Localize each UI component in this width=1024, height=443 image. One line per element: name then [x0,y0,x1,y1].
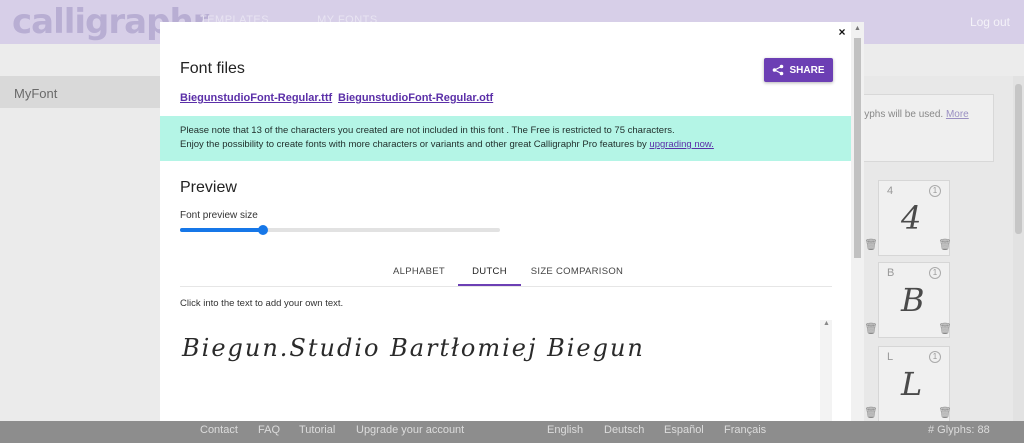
info-card: lyphs will be used. More [857,94,994,162]
upgrade-link[interactable]: upgrading now. [649,139,713,150]
glyph-count-badge: 1 [929,185,941,197]
trash-icon[interactable]: 🗑 [938,406,952,419]
font-files-title: Font files [180,60,245,77]
dialog-scrollbar-thumb[interactable] [854,38,861,258]
slider-handle[interactable] [258,225,269,235]
glyph-label: 4 [887,185,894,197]
glyph-label: L [887,351,894,363]
preview-text[interactable]: Biegun.Studio Bartłomiej Biegun [182,334,645,362]
page-scrollbar[interactable] [1013,76,1024,421]
glyph-count: # Glyphs: 88 [928,424,990,436]
footer-lang-espanol[interactable]: Español [664,424,704,436]
footer-link-faq[interactable]: FAQ [258,424,280,436]
footer-link-contact[interactable]: Contact [200,424,238,436]
preview-scrollbar[interactable]: ▲ [820,320,832,421]
info-card-text: lyphs will be used. [862,109,944,120]
tabs-divider [180,286,832,287]
trash-icon[interactable]: 🗑 [864,406,878,419]
glyph-count-badge: 1 [929,351,941,363]
footer-link-upgrade[interactable]: Upgrade your account [356,424,464,436]
preview-hint: Click into the text to add your own text… [180,298,344,309]
scroll-up-arrow-icon[interactable]: ▲ [854,25,861,32]
preview-tabs: ALPHABET DUTCH SIZE COMPARISON [160,258,851,286]
share-button[interactable]: SHARE [764,58,833,82]
trash-icon[interactable]: 🗑 [864,322,878,335]
glyph-drawing: B [901,281,925,319]
share-label: SHARE [789,64,825,76]
footer-lang-english[interactable]: English [547,424,583,436]
footer-link-tutorial[interactable]: Tutorial [299,424,335,436]
tab-size-comparison[interactable]: SIZE COMPARISON [524,258,630,286]
glyph-count-badge: 1 [929,267,941,279]
tab-alphabet[interactable]: ALPHABET [382,258,456,286]
sidebar: MyFont [0,76,160,421]
share-icon [773,64,784,76]
more-link[interactable]: More [946,109,969,120]
trash-icon[interactable]: 🗑 [938,322,952,335]
upgrade-notice: Please note that 13 of the characters yo… [160,116,851,161]
glyph-drawing: 4 [901,199,922,237]
otf-download-link[interactable]: BiegunstudioFont-Regular.otf [338,92,493,104]
preview-size-slider[interactable] [180,223,502,237]
close-icon[interactable]: × [835,25,849,39]
notice-line-1: Please note that 13 of the characters yo… [180,125,675,136]
font-files-dialog: × Font files SHARE BiegunstudioFont-Regu… [160,22,864,421]
notice-line-2: Enjoy the possibility to create fonts wi… [180,138,831,152]
preview-text-area[interactable]: Biegun.Studio Bartłomiej Biegun ▲ [180,320,832,421]
preview-size-label: Font preview size [180,210,258,221]
tab-dutch[interactable]: DUTCH [458,258,521,286]
notice-line-2-text: Enjoy the possibility to create fonts wi… [180,139,647,150]
sidebar-item-myfont[interactable]: MyFont [0,76,160,108]
slider-fill [180,228,264,232]
footer-lang-deutsch[interactable]: Deutsch [604,424,644,436]
logout-link[interactable]: Log out [970,15,1010,29]
ttf-download-link[interactable]: BiegunstudioFont-Regular.ttf [180,92,332,104]
preview-title: Preview [180,179,237,196]
dialog-scrollbar[interactable]: ▲ [851,22,864,421]
footer-lang-francais[interactable]: Français [724,424,766,436]
glyph-label: B [887,267,895,279]
trash-icon[interactable]: 🗑 [864,238,878,251]
glyph-drawing: L [901,365,923,403]
trash-icon[interactable]: 🗑 [938,238,952,251]
footer: Contact FAQ Tutorial Upgrade your accoun… [0,421,1024,443]
page-scrollbar-thumb[interactable] [1015,84,1022,234]
scroll-up-arrow-icon[interactable]: ▲ [823,320,830,327]
